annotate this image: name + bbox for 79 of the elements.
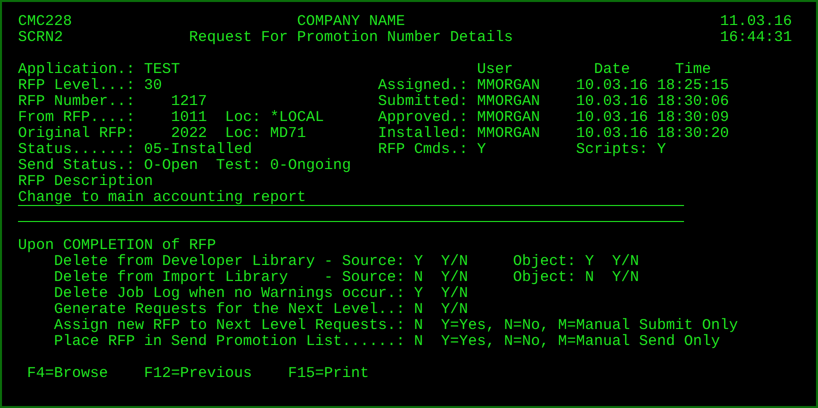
function-key[interactable]: F12=Previous: [144, 366, 252, 382]
option-value-field[interactable]: Y: [585, 254, 594, 270]
time-value: 18:30:06: [657, 94, 730, 110]
screen-title: Request For Promotion Number Details: [189, 30, 514, 46]
field-value: TEST: [144, 62, 180, 78]
option-value-field[interactable]: N: [414, 318, 424, 334]
field-label: From RFP....:: [18, 110, 136, 126]
option-label: Delete Job Log when no Warnings occur.:: [54, 286, 406, 302]
column-header: Time: [675, 62, 712, 78]
date-value: 10.03.16: [576, 110, 648, 126]
option-value-field[interactable]: N: [414, 334, 424, 350]
field-value: 05-Installed: [144, 142, 252, 158]
option-label: Place RFP in Send Promotion List......:: [54, 334, 406, 350]
date-value: 10.03.16: [576, 78, 648, 94]
field-label: Send Status.:: [18, 158, 136, 174]
field-label: Test:: [216, 158, 262, 174]
option-value-field[interactable]: Y: [414, 286, 424, 302]
screen-id: SCRN2: [18, 30, 64, 46]
field-label: RFP Cmds.:: [378, 142, 468, 158]
field-value: Y: [477, 142, 486, 158]
field-value: Y: [657, 142, 666, 158]
field-value: 30: [144, 78, 162, 94]
option-hint: Y=Yes, N=No, M=Manual Send Only: [441, 334, 720, 350]
option-value-field[interactable]: N: [414, 302, 424, 318]
field-label: Application.:: [18, 62, 136, 78]
time-value: 18:30:20: [657, 126, 730, 142]
field-label: Status......:: [18, 142, 136, 158]
field-label: Submitted:: [378, 94, 468, 110]
option-label: Object:: [513, 270, 576, 286]
option-hint: Y/N: [441, 254, 468, 270]
field-value: *LOCAL: [270, 110, 324, 126]
field-value: O-Open: [144, 158, 198, 174]
option-hint: Y/N: [612, 254, 640, 270]
option-label: Assign new RFP to Next Level Requests.:: [54, 318, 406, 334]
option-hint: Y=Yes, N=No, M=Manual Submit Only: [441, 318, 738, 334]
field-label: Scripts:: [576, 142, 648, 158]
time-value: 18:25:15: [657, 78, 730, 94]
option-hint: Y/N: [441, 302, 468, 318]
option-label: Delete from Import Library - Source:: [54, 270, 406, 286]
program-name: CMC228: [18, 14, 72, 30]
system-time: 16:44:31: [720, 30, 792, 46]
field-value: 0-Ongoing: [270, 158, 352, 174]
function-key[interactable]: F15=Print: [288, 366, 370, 382]
field-label: Assigned.:: [378, 78, 468, 94]
time-value: 18:30:09: [657, 110, 730, 126]
section-label: RFP Description: [18, 174, 154, 190]
company-name: COMPANY NAME: [297, 14, 406, 30]
section-title: Upon COMPLETION of RFP: [18, 238, 216, 254]
field-label: Approved.:: [378, 110, 468, 126]
option-value-field[interactable]: Y: [414, 254, 424, 270]
user-value: MMORGAN: [477, 126, 540, 142]
option-label: Delete from Developer Library - Source:: [54, 254, 406, 270]
option-hint: Y/N: [441, 270, 468, 286]
option-label: Generate Requests for the Next Level..:: [54, 302, 406, 318]
option-value-field[interactable]: N: [414, 270, 424, 286]
field-value: MD71: [270, 126, 306, 142]
option-label: Object:: [513, 254, 576, 270]
user-value: MMORGAN: [477, 78, 540, 94]
function-key[interactable]: F4=Browse: [27, 366, 108, 382]
field-label: Original RFP:: [18, 126, 136, 142]
field-label: Installed:: [378, 126, 468, 142]
option-hint: Y/N: [612, 270, 640, 286]
description-field[interactable]: Change to main accounting report: [18, 190, 684, 206]
field-label: RFP Number..:: [18, 94, 136, 110]
date-value: 10.03.16: [576, 94, 648, 110]
date-value: 10.03.16: [576, 126, 648, 142]
field-label: Loc:: [225, 110, 262, 126]
user-value: MMORGAN: [477, 94, 540, 110]
field-value: 2022: [170, 126, 207, 142]
option-value-field[interactable]: N: [585, 270, 594, 286]
column-header: Date: [594, 62, 630, 78]
field-value: 1011: [170, 110, 207, 126]
column-header: User: [477, 62, 514, 78]
field-label: Loc:: [225, 126, 262, 142]
option-hint: Y/N: [441, 286, 468, 302]
field-value: 1217: [170, 94, 207, 110]
system-date: 11.03.16: [720, 14, 792, 30]
field-label: RFP Level...:: [18, 78, 136, 94]
user-value: MMORGAN: [477, 110, 540, 126]
